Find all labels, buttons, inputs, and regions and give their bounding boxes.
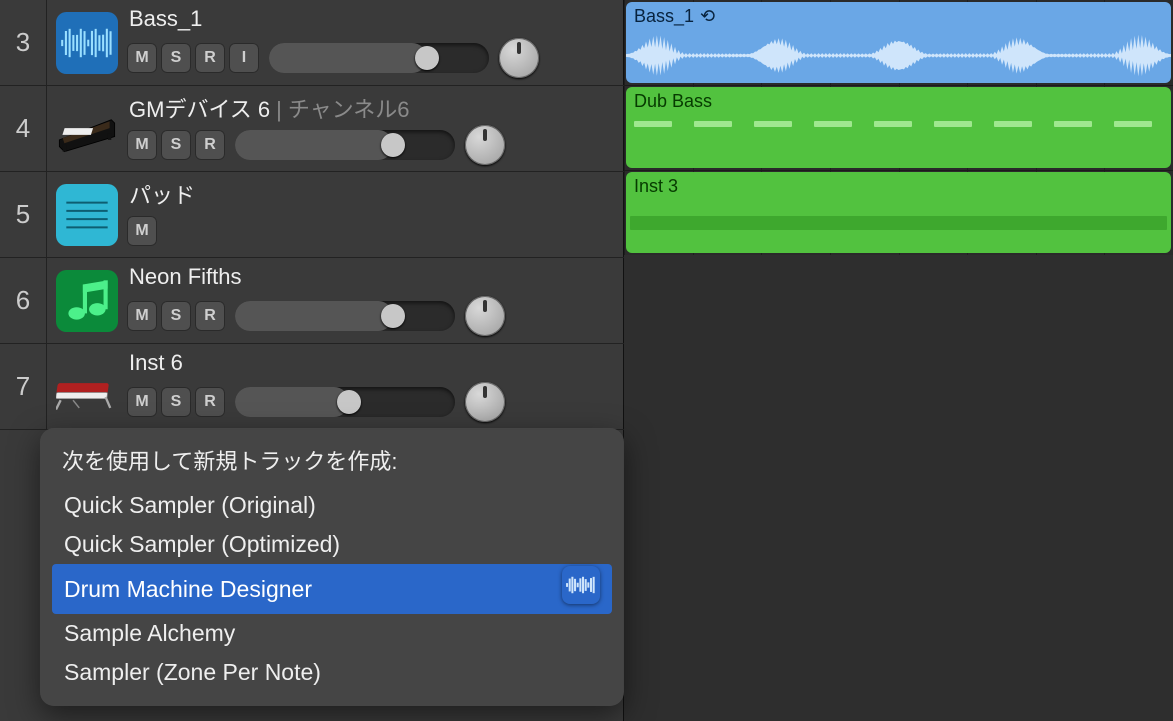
arrange-lane[interactable]: Inst 3 <box>624 170 1173 256</box>
volume-slider[interactable] <box>269 43 489 73</box>
mute-button[interactable]: M <box>127 301 157 331</box>
track-row[interactable]: 6 Neon Fifths MSR <box>0 258 624 344</box>
region[interactable]: Bass_1 ⟲ <box>626 2 1171 83</box>
popup-item[interactable]: Quick Sampler (Optimized) <box>52 525 612 564</box>
track-icon[interactable] <box>47 344 127 429</box>
track-icon[interactable] <box>47 86 127 171</box>
track-name-separator: | <box>276 97 282 123</box>
track-number: 5 <box>0 172 47 257</box>
track-number: 3 <box>0 0 47 85</box>
arrange-lane[interactable]: Bass_1 ⟲ <box>624 0 1173 86</box>
midi-note <box>634 121 672 127</box>
popup-item-label: Sampler (Zone Per Note) <box>64 659 321 686</box>
popup-item[interactable]: Drum Machine Designer <box>52 564 612 614</box>
region-name: Dub Bass <box>634 91 712 112</box>
track-name[interactable]: パッド <box>129 178 195 210</box>
midi-note <box>1114 121 1152 127</box>
solo-button[interactable]: S <box>161 301 191 331</box>
volume-slider[interactable] <box>235 387 455 417</box>
track-number: 6 <box>0 258 47 343</box>
pan-knob[interactable] <box>465 382 505 422</box>
arrange-lane[interactable]: Dub Bass <box>624 85 1173 171</box>
mute-button[interactable]: M <box>127 43 157 73</box>
solo-button[interactable]: S <box>161 43 191 73</box>
record-button[interactable]: R <box>195 43 225 73</box>
record-button[interactable]: R <box>195 387 225 417</box>
track-name[interactable]: Neon Fifths <box>129 264 242 290</box>
track-icon[interactable] <box>47 0 127 85</box>
pan-knob[interactable] <box>465 296 505 336</box>
pan-knob[interactable] <box>499 38 539 78</box>
mute-button[interactable]: M <box>127 216 157 246</box>
loop-icon: ⟲ <box>700 6 715 27</box>
popup-item-label: Sample Alchemy <box>64 620 235 647</box>
midi-note <box>630 216 1167 230</box>
region[interactable]: Inst 3 <box>626 172 1171 253</box>
track-name[interactable]: Inst 6 <box>129 350 183 376</box>
track-row[interactable]: 5 パッド M <box>0 172 624 258</box>
midi-note <box>1054 121 1092 127</box>
popup-list: Quick Sampler (Original) Quick Sampler (O… <box>52 486 612 692</box>
mute-button[interactable]: M <box>127 130 157 160</box>
track-icon[interactable] <box>47 172 127 257</box>
track-number: 7 <box>0 344 47 429</box>
track-channel: チャンネル6 <box>288 92 410 124</box>
track-row[interactable]: 7 Inst 6 MSR <box>0 344 624 430</box>
popup-item-label: Drum Machine Designer <box>64 576 312 603</box>
record-button[interactable]: R <box>195 130 225 160</box>
region[interactable]: Dub Bass <box>626 87 1171 168</box>
new-track-popup: 次を使用して新規トラックを作成: Quick Sampler (Original… <box>40 428 624 706</box>
arrange-empty-area[interactable] <box>624 255 1173 721</box>
drag-chip-icon[interactable] <box>562 566 600 604</box>
popup-item[interactable]: Quick Sampler (Original) <box>52 486 612 525</box>
arrange-area[interactable]: Bass_1 ⟲ Dub Bass Inst 3 <box>624 0 1173 721</box>
pan-knob[interactable] <box>465 125 505 165</box>
midi-note <box>874 121 912 127</box>
midi-note <box>814 121 852 127</box>
region-name: Inst 3 <box>634 176 678 197</box>
popup-item-label: Quick Sampler (Original) <box>64 492 316 519</box>
midi-note <box>754 121 792 127</box>
track-name[interactable]: GMデバイス 6 <box>129 92 270 124</box>
midi-note <box>694 121 732 127</box>
record-button[interactable]: R <box>195 301 225 331</box>
track-row[interactable]: 3 Bass_1 MSRI <box>0 0 624 86</box>
solo-button[interactable]: S <box>161 130 191 160</box>
waveform-icon <box>626 28 1171 83</box>
solo-button[interactable]: S <box>161 387 191 417</box>
track-name[interactable]: Bass_1 <box>129 6 202 32</box>
volume-slider[interactable] <box>235 301 455 331</box>
popup-item-label: Quick Sampler (Optimized) <box>64 531 340 558</box>
midi-note <box>934 121 972 127</box>
mute-button[interactable]: M <box>127 387 157 417</box>
region-name: Bass_1 <box>634 6 694 27</box>
track-row[interactable]: 4 GMデバイス 6|チャンネル6 MSR <box>0 86 624 172</box>
track-number: 4 <box>0 86 47 171</box>
popup-item[interactable]: Sampler (Zone Per Note) <box>52 653 612 692</box>
volume-slider[interactable] <box>235 130 455 160</box>
track-icon[interactable] <box>47 258 127 343</box>
input-button[interactable]: I <box>229 43 259 73</box>
midi-note <box>994 121 1032 127</box>
popup-item[interactable]: Sample Alchemy <box>52 614 612 653</box>
popup-title: 次を使用して新規トラックを作成: <box>52 440 612 486</box>
